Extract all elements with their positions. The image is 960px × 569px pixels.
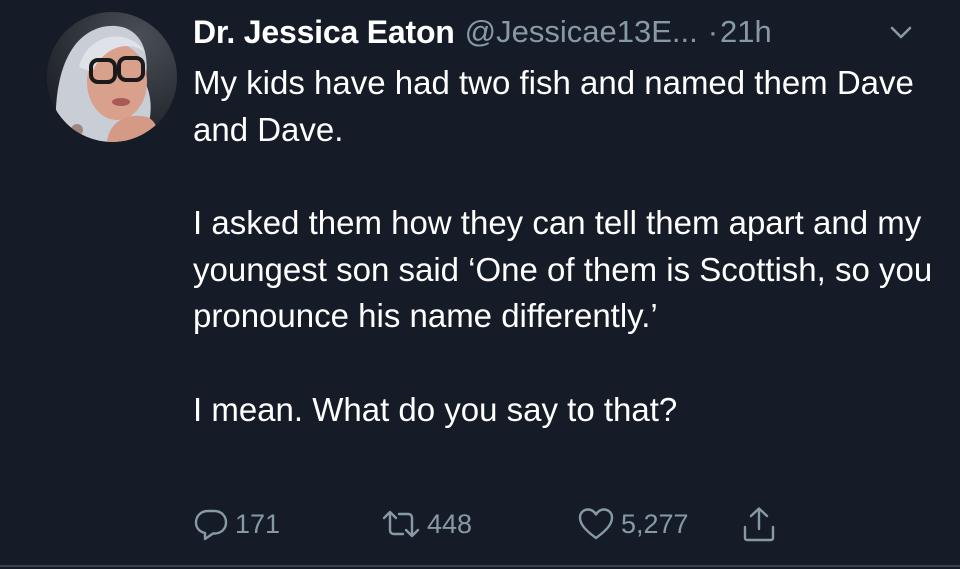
reply-icon (193, 506, 229, 542)
retweet-icon (381, 506, 421, 542)
user-handle[interactable]: @Jessicae13E... (465, 14, 698, 50)
share-icon (741, 505, 777, 543)
retweet-count: 448 (427, 508, 473, 539)
tweet-paragraph: I asked them how they can tell them apar… (193, 204, 933, 334)
share-button[interactable] (741, 502, 777, 546)
heart-icon (577, 506, 615, 542)
avatar[interactable] (47, 12, 177, 142)
tweet-paragraph: I mean. What do you say to that? (193, 390, 678, 428)
tweet-header: Dr. Jessica Eaton @Jessicae13E... · 21h (193, 10, 772, 54)
separator-dot: · (707, 14, 719, 49)
divider (0, 565, 960, 567)
reply-count: 171 (235, 508, 281, 539)
like-button[interactable]: 5,277 (577, 502, 689, 546)
tweet-card[interactable]: Dr. Jessica Eaton @Jessicae13E... · 21h … (0, 0, 960, 569)
tweet-text: My kids have had two fish and named them… (193, 60, 933, 433)
chevron-down-icon[interactable] (888, 22, 914, 42)
display-name[interactable]: Dr. Jessica Eaton (193, 14, 455, 51)
like-count: 5,277 (621, 508, 689, 539)
tweet-paragraph: My kids have had two fish and named them… (193, 64, 914, 148)
retweet-button[interactable]: 448 (381, 502, 472, 546)
tweet-actions: 171 448 5,277 (193, 502, 893, 546)
avatar-image (47, 12, 177, 142)
reply-button[interactable]: 171 (193, 502, 280, 546)
timestamp[interactable]: 21h (720, 14, 772, 50)
